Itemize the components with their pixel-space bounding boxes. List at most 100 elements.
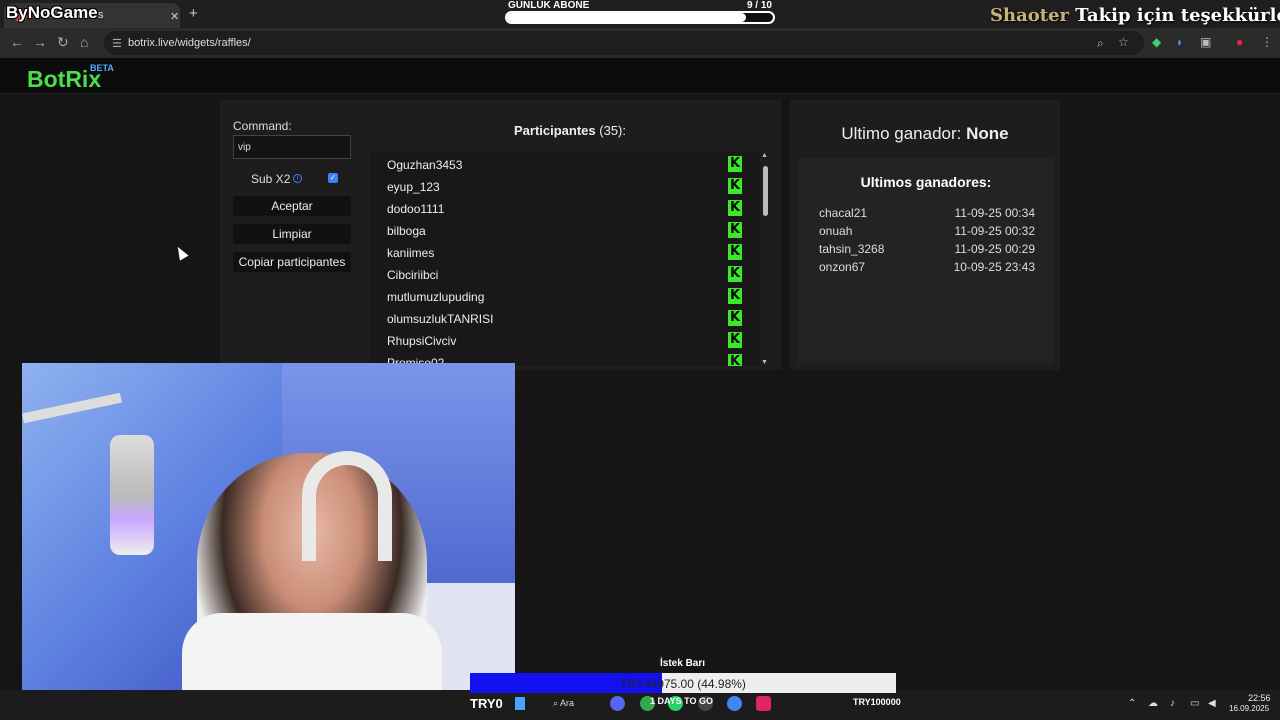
raffle-panel: Command: Sub X2 i ✓ Aceptar Limpiar Copi… [220,100,782,370]
extension-shield-icon[interactable]: ◆ [1152,35,1161,49]
taskbar-search[interactable]: ⌕ Ara [553,698,574,709]
participant-name: RhupsiCivciv [387,334,457,348]
brand-beta-badge: BETA [90,63,114,73]
windows-start-icon[interactable] [515,697,525,710]
subx2-label: Sub X2 [251,172,291,186]
clear-button[interactable]: Limpiar [233,224,351,244]
participants-count: (35): [599,123,626,138]
participants-title-text: Participantes [513,123,596,138]
scroll-up-icon[interactable]: ▲ [761,152,768,159]
network-icon[interactable]: ▭ [1190,698,1199,709]
wish-bar-label: İstek Barı [660,658,706,669]
reload-icon[interactable]: ↻ [57,34,69,51]
clock-time[interactable]: 22:56 [1248,693,1271,703]
sub-goal-progress-fill [507,13,747,22]
winner-row: tahsin_3268 11-09-25 00:29 [819,242,1035,260]
webcam-feed [22,363,515,692]
url-text[interactable]: botrix.live/widgets/raffles/ [128,37,251,49]
participant-name: eyup_123 [387,180,440,194]
home-icon[interactable]: ⌂ [80,34,88,50]
kick-icon: K [728,222,742,238]
winner-name: onzon67 [819,260,866,274]
kick-icon: K [728,200,742,216]
participant-name: Cibciriibci [387,268,439,282]
zoom-icon[interactable]: ⌕ [1097,36,1104,51]
participant-row: Cibciriibci K [370,263,760,285]
winner-name: tahsin_3268 [819,242,885,256]
kick-icon: K [728,354,742,366]
command-input[interactable] [233,135,351,159]
scroll-down-icon[interactable]: ▼ [761,359,768,366]
headphones [302,451,392,561]
command-label: Command: [233,119,292,133]
participant-row: olumsuzlukTANRISI K [370,307,760,329]
onedrive-icon[interactable]: ☁ [1148,698,1158,709]
participants-list[interactable]: Oguzhan3453 K eyup_123 K dodoo1111 K bilbog… [370,152,760,366]
menu-dots-icon[interactable]: ⋮ [1261,35,1273,49]
new-tab-button[interactable]: + [189,5,198,22]
taskbar-search-label: Ara [560,698,575,708]
winner-row: chacal21 11-09-25 00:34 [819,206,1035,224]
follow-alert-name: Shaoter [990,5,1070,26]
sub-goal-overlay: GÜNLÜK ABONE 9 / 10 [505,0,775,26]
app-icon[interactable] [756,696,771,711]
copy-participants-button[interactable]: Copiar participantes [233,252,351,272]
winner-name: chacal21 [819,206,868,220]
microphone [110,435,154,555]
subx2-checkbox[interactable]: ✓ [328,173,338,183]
info-icon[interactable]: i [293,174,302,183]
browser-app-icon[interactable] [727,696,742,711]
volume-icon[interactable]: ◀ [1208,698,1216,709]
browser-toolbar: ← → ↻ ⌂ ☰ botrix.live/widgets/raffles/ ⌕… [0,28,1280,58]
tab-title: BotRix Raffles [34,9,104,21]
discord-icon[interactable] [610,696,625,711]
site-info-icon[interactable]: ☰ [112,37,122,50]
sub-goal-count: 9 / 10 [746,0,772,11]
tab-close-icon[interactable]: ✕ [170,10,179,23]
participant-row: RhupsiCivciv K [370,329,760,351]
tray-chevron-icon[interactable]: ⌃ [1128,698,1136,709]
participants-scrollbar[interactable]: ▲ ▼ [761,152,770,366]
last-winner-value: None [966,124,1009,143]
recent-winners-title: Ultimos ganadores: [860,174,992,190]
winner-panel: Ultimo ganador: None Ultimos ganadores: … [790,100,1060,370]
kick-icon: K [728,244,742,260]
scrollbar-thumb[interactable] [763,166,768,216]
forward-icon[interactable]: → [33,34,47,50]
extension-icon[interactable]: ◗ [1176,35,1183,49]
page-header: BotRix BETA [0,58,1280,94]
winner-date: 10-09-25 23:43 [953,260,1035,274]
tab-favicon-icon [14,9,27,22]
participant-name: olumsuzlukTANRISI [387,312,494,326]
profile-avatar-icon[interactable]: ● [1236,35,1243,49]
address-bar[interactable]: ☰ botrix.live/widgets/raffles/ ⌕ ☆ [104,31,1144,55]
browser-tab[interactable]: BotRix Raffles ✕ [4,3,180,28]
shirt [182,613,442,692]
recent-winners-box: Ultimos ganadores: chacal21 11-09-25 00:3… [798,158,1054,364]
microphone-icon[interactable]: ♪ [1170,698,1175,709]
back-icon[interactable]: ← [10,34,24,50]
extensions-puzzle-icon[interactable]: ▣ [1200,35,1211,49]
participant-name: dodoo1111 [387,202,445,216]
participant-row: bilboga K [370,219,760,241]
accept-button[interactable]: Aceptar [233,196,351,216]
participant-row: eyup_123 K [370,175,760,197]
follow-alert-text: Takip için teşekkürler. [1075,5,1280,26]
clock-date[interactable]: 16.09.2025 [1229,704,1269,713]
wish-bar-max: TRY100000 [853,697,901,707]
participant-row: dodoo1111 K [370,197,760,219]
participant-row: kaniimes K [370,241,760,263]
winner-date: 11-09-25 00:34 [954,206,1035,220]
kick-icon: K [728,156,742,172]
participant-name: bilboga [387,224,426,238]
mic-arm [22,392,122,424]
sub-goal-progress-bar [505,11,775,24]
last-winner-label: Ultimo ganador: [841,124,962,143]
participant-name: Oguzhan3453 [387,158,463,172]
sub-goal-title: GÜNLÜK ABONE [508,0,590,11]
winner-name: onuah [819,224,853,238]
kick-icon: K [728,178,742,194]
bookmark-star-icon[interactable]: ☆ [1118,35,1129,49]
kick-icon: K [728,266,742,282]
winner-row: onzon67 10-09-25 23:43 [819,260,1035,278]
